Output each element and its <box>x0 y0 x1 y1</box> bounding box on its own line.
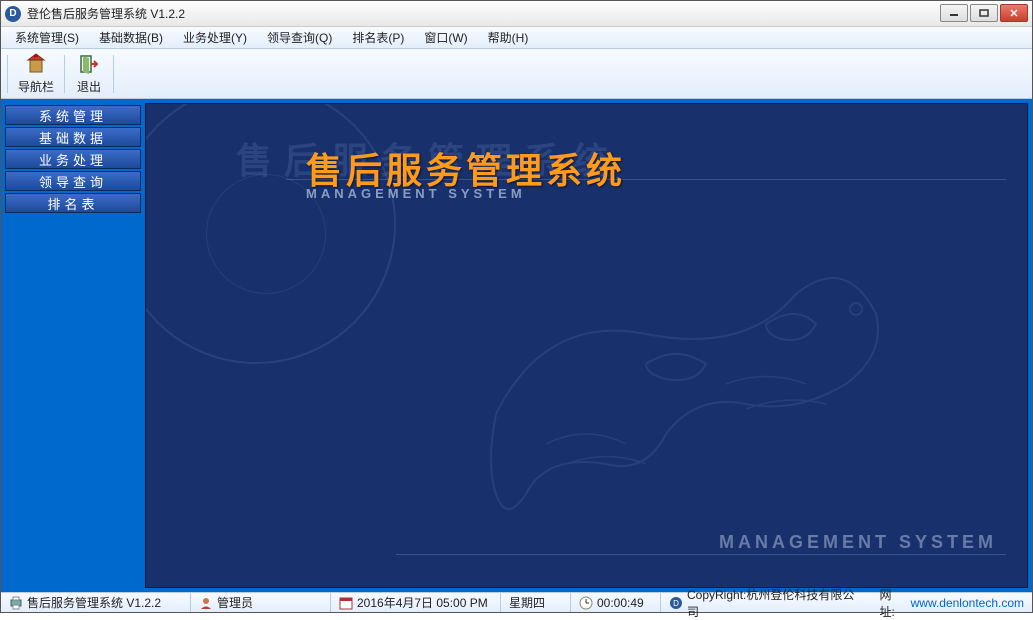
sidebar-item-leaderquery[interactable]: 领导查询 <box>5 171 141 191</box>
window-controls <box>940 4 1028 22</box>
user-icon <box>199 596 213 610</box>
calendar-icon <box>339 596 353 610</box>
exit-icon <box>77 52 101 76</box>
toolbar: 导航栏 退出 <box>1 49 1032 99</box>
clock-icon <box>579 596 593 610</box>
menubar: 系统管理(S) 基础数据(B) 业务处理(Y) 领导查询(Q) 排名表(P) 窗… <box>1 27 1032 49</box>
nav-button[interactable]: 导航栏 <box>10 50 62 97</box>
main-area: 系统管理 基础数据 业务处理 领导查询 排名表 售后服务管理系统 售后服务管理系… <box>1 99 1032 592</box>
status-copyright: D CopyRight:杭州登伦科技有限公司 网址: www.denlontec… <box>661 593 1032 612</box>
footer-subtitle: MANAGEMENT SYSTEM <box>719 532 997 553</box>
menu-system[interactable]: 系统管理(S) <box>5 27 89 48</box>
printer-icon <box>9 596 23 610</box>
status-user-text: 管理员 <box>217 594 253 611</box>
dragon-illustration <box>446 214 926 554</box>
exit-button[interactable]: 退出 <box>67 50 111 97</box>
sidebar-item-ranking[interactable]: 排名表 <box>5 193 141 213</box>
logo-icon: D <box>669 596 683 610</box>
building-icon <box>24 52 48 76</box>
status-weekday-text: 星期四 <box>509 594 545 611</box>
minimize-button[interactable] <box>940 4 968 22</box>
toolbar-separator <box>64 55 65 93</box>
statusbar: 售后服务管理系统 V1.2.2 管理员 2016年4月7日 05:00 PM 星… <box>1 592 1032 612</box>
window-title: 登伦售后服务管理系统 V1.2.2 <box>27 5 185 22</box>
status-elapsed: 00:00:49 <box>571 593 661 612</box>
status-weekday: 星期四 <box>501 593 571 612</box>
toolbar-separator <box>113 55 114 93</box>
status-datetime-text: 2016年4月7日 05:00 PM <box>357 594 488 611</box>
status-datetime: 2016年4月7日 05:00 PM <box>331 593 501 612</box>
menu-business[interactable]: 业务处理(Y) <box>173 27 257 48</box>
app-icon: D <box>5 6 21 22</box>
exit-button-label: 退出 <box>77 78 101 95</box>
sidebar: 系统管理 基础数据 业务处理 领导查询 排名表 <box>1 99 145 592</box>
sidebar-item-business[interactable]: 业务处理 <box>5 149 141 169</box>
status-appname-text: 售后服务管理系统 V1.2.2 <box>27 594 161 611</box>
menu-leaderquery[interactable]: 领导查询(Q) <box>257 27 342 48</box>
hero-subtitle: MANAGEMENT SYSTEM <box>306 186 526 201</box>
close-button[interactable] <box>1000 4 1028 22</box>
svg-text:D: D <box>673 599 679 608</box>
status-copyright-text: CopyRight:杭州登伦科技有限公司 <box>687 586 865 620</box>
status-appname: 售后服务管理系统 V1.2.2 <box>1 593 191 612</box>
decorative-line <box>396 554 1006 555</box>
content-area: 售后服务管理系统 售后服务管理系统 MANAGEMENT SYSTEM MANA… <box>145 103 1028 588</box>
menu-window[interactable]: 窗口(W) <box>414 27 477 48</box>
titlebar: D 登伦售后服务管理系统 V1.2.2 <box>1 1 1032 27</box>
menu-ranking[interactable]: 排名表(P) <box>342 27 414 48</box>
status-user: 管理员 <box>191 593 331 612</box>
sidebar-item-system[interactable]: 系统管理 <box>5 105 141 125</box>
status-url-label: 网址: <box>880 586 907 620</box>
menu-help[interactable]: 帮助(H) <box>478 27 539 48</box>
status-elapsed-text: 00:00:49 <box>597 596 644 610</box>
sidebar-item-basedata[interactable]: 基础数据 <box>5 127 141 147</box>
toolbar-separator <box>7 55 8 93</box>
maximize-button[interactable] <box>970 4 998 22</box>
status-url[interactable]: www.denlontech.com <box>911 596 1024 610</box>
menu-basedata[interactable]: 基础数据(B) <box>89 27 173 48</box>
nav-button-label: 导航栏 <box>18 78 54 95</box>
